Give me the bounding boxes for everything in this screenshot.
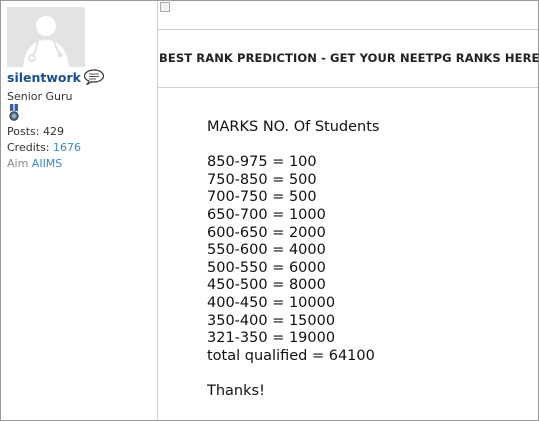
user-aim: Aim AIIMS	[7, 157, 62, 170]
post-header-line: MARKS NO. Of Students	[207, 119, 380, 135]
avatar[interactable]	[7, 7, 85, 67]
posts-count: 429	[42, 125, 64, 138]
divider	[158, 87, 538, 88]
marks-line: 650-700 = 1000	[207, 206, 326, 223]
user-sidebar: silentwork Senior Guru Posts: 429 Credit…	[1, 1, 158, 420]
username-row: silentwork	[7, 68, 105, 87]
credits-label: Credits:	[7, 141, 50, 154]
marks-line: 850-975 = 100	[207, 154, 317, 171]
thread-title[interactable]: BEST RANK PREDICTION - GET YOUR NEETPG R…	[159, 51, 539, 65]
post-container: silentwork Senior Guru Posts: 429 Credit…	[0, 0, 539, 421]
broken-image-icon	[160, 2, 170, 12]
posts-label: Posts:	[7, 125, 40, 138]
marks-line: 321-350 = 19000	[207, 330, 336, 347]
marks-line: 750-850 = 500	[207, 171, 317, 188]
marks-line: 350-400 = 15000	[207, 312, 336, 329]
post-content-area: BEST RANK PREDICTION - GET YOUR NEETPG R…	[158, 1, 539, 420]
marks-line: 700-750 = 500	[207, 189, 317, 206]
post-body: MARKS NO. Of Students 850-975 = 100 750-…	[207, 119, 379, 401]
total-line: total qualified = 64100	[207, 347, 375, 364]
user-rank: Senior Guru	[7, 90, 73, 103]
closing-line: Thanks!	[207, 382, 265, 399]
username-link[interactable]: silentwork	[7, 70, 81, 85]
credits-link[interactable]: 1676	[53, 141, 81, 154]
user-posts: Posts: 429	[7, 125, 64, 138]
chat-bubble-icon[interactable]	[83, 69, 105, 87]
aim-link[interactable]: AIIMS	[32, 157, 63, 170]
marks-line: 450-500 = 8000	[207, 277, 326, 294]
user-credits: Credits: 1676	[7, 141, 81, 154]
marks-line: 550-600 = 4000	[207, 242, 326, 259]
marks-line: 500-550 = 6000	[207, 259, 326, 276]
divider	[158, 29, 538, 30]
medal-icon	[9, 104, 19, 122]
marks-line: 400-450 = 10000	[207, 294, 336, 311]
marks-line: 600-650 = 2000	[207, 224, 326, 241]
aim-label: Aim	[7, 157, 29, 170]
doctor-avatar-icon	[7, 7, 85, 67]
